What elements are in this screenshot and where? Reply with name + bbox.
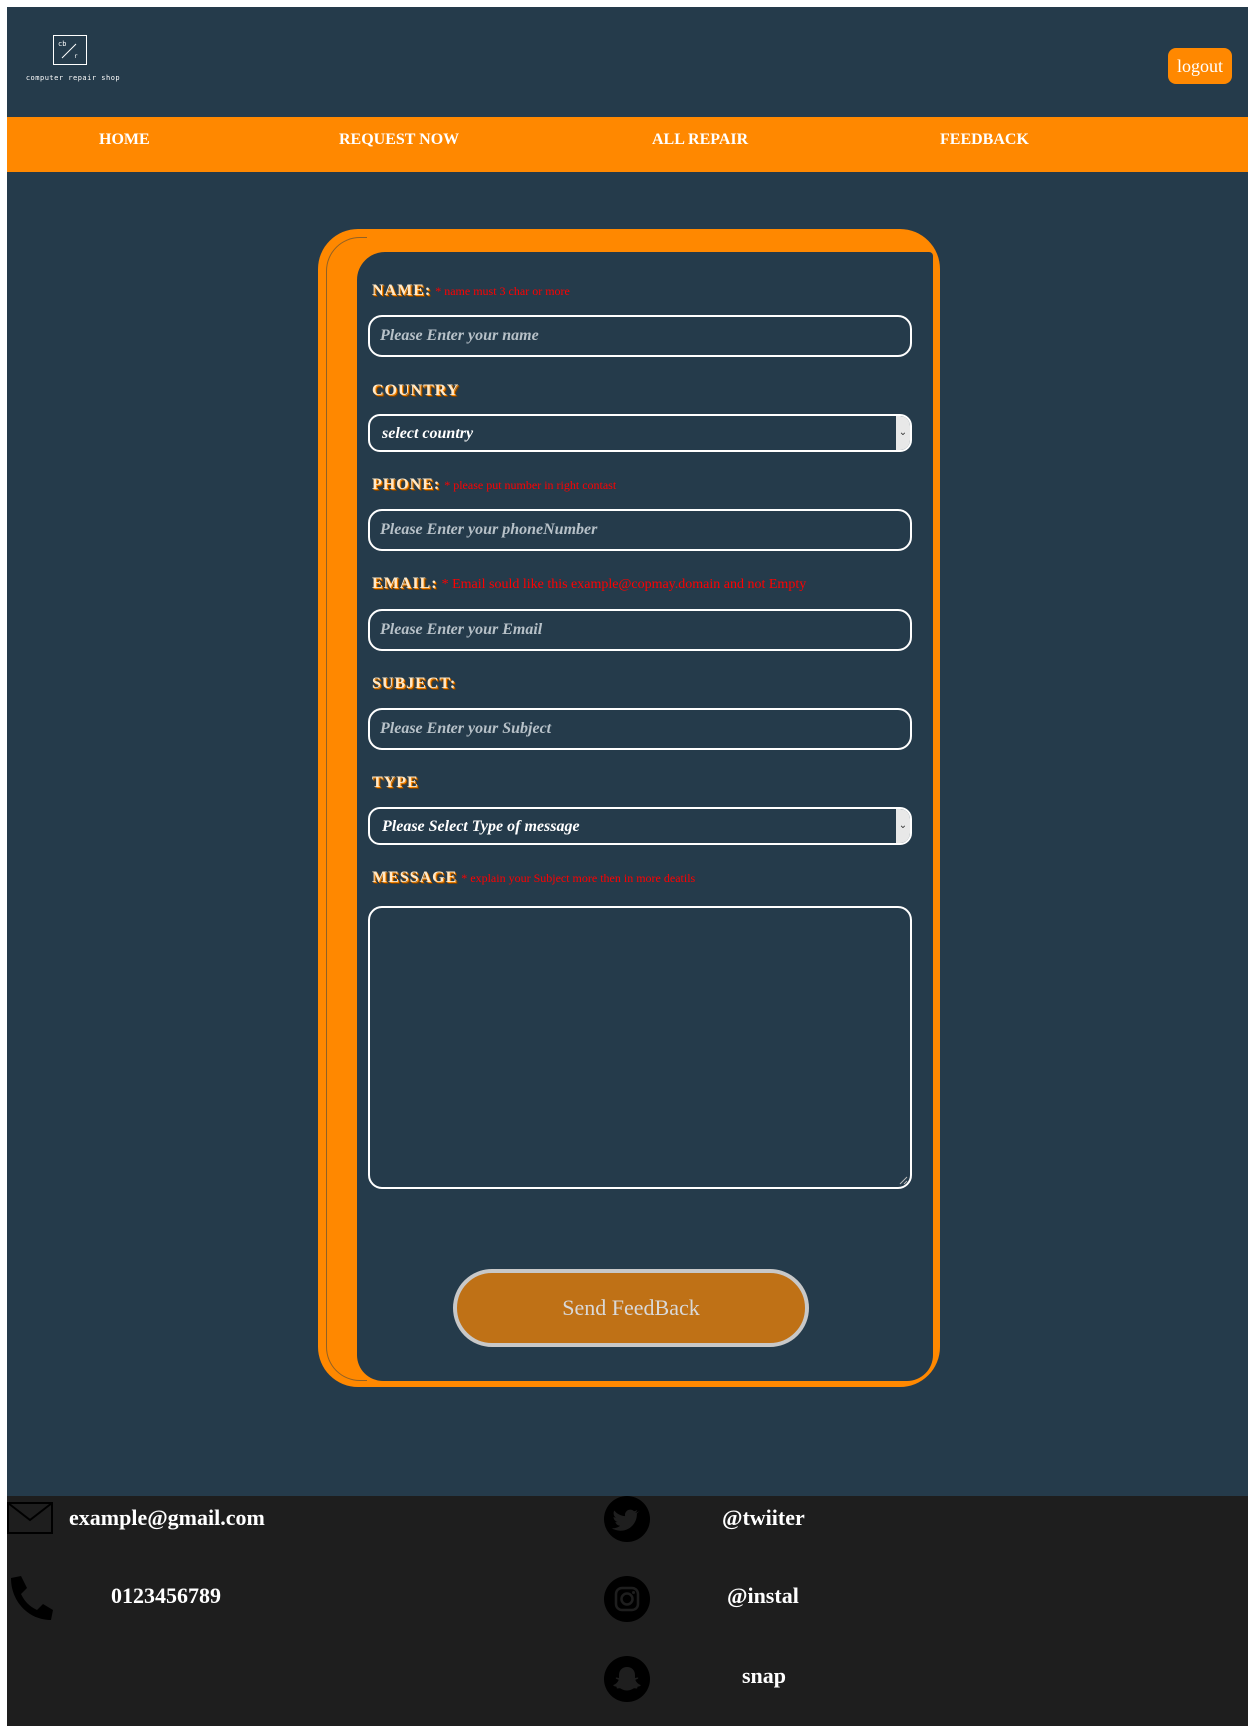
nav-request-now[interactable]: REQUEST NOW xyxy=(339,117,459,172)
message-hint: * explain your Subject more then in more… xyxy=(461,871,696,885)
svg-text:r: r xyxy=(74,53,78,60)
phone-icon xyxy=(11,1576,53,1620)
email-hint: * Email sould like this example@copmay.d… xyxy=(441,577,807,592)
nav-feedback[interactable]: FEEDBACK xyxy=(940,117,1029,172)
twitter-icon[interactable] xyxy=(604,1496,650,1542)
snapchat-icon[interactable] xyxy=(604,1656,650,1702)
nav-home[interactable]: HOME xyxy=(99,117,150,172)
country-label: COUNTRY xyxy=(372,382,460,399)
subject-label: SUBJECT: xyxy=(372,675,457,692)
feedback-form: NAME:* name must 3 char or more COUNTRY … xyxy=(357,252,933,1381)
phone-label: PHONE: * please put number in right conta… xyxy=(372,476,616,494)
footer: example@gmail.com 0123456789 @twiiter @i… xyxy=(7,1496,1248,1726)
email-label: EMAIL: * Email sould like this example@co… xyxy=(372,575,806,593)
logout-button[interactable]: logout xyxy=(1168,48,1232,84)
resize-handle-icon[interactable] xyxy=(898,1175,908,1185)
email-input[interactable] xyxy=(368,609,912,651)
logo-icon: cb r xyxy=(53,35,87,65)
type-select-value: Please Select Type of message xyxy=(382,818,580,835)
main-nav: HOME REQUEST NOW ALL REPAIR FEEDBACK xyxy=(7,117,1248,172)
phone-input[interactable] xyxy=(368,509,912,551)
footer-snapchat[interactable]: snap xyxy=(742,1663,786,1689)
country-select-value: select country xyxy=(382,425,474,442)
type-label: TYPE xyxy=(372,774,419,791)
country-select[interactable]: select country ⌄ xyxy=(368,414,912,452)
phone-hint: * please put number in right contast xyxy=(444,478,617,492)
subject-input[interactable] xyxy=(368,708,912,750)
chevron-down-icon: ⌄ xyxy=(896,416,910,450)
header: cb r computer repair shop logout xyxy=(7,7,1248,117)
envelope-icon xyxy=(7,1502,53,1534)
name-label-text: NAME: xyxy=(372,282,432,299)
name-hint: * name must 3 char or more xyxy=(435,284,570,298)
message-textarea[interactable] xyxy=(368,906,912,1189)
footer-twitter[interactable]: @twiiter xyxy=(722,1505,805,1531)
type-select[interactable]: Please Select Type of message ⌄ xyxy=(368,807,912,845)
page: cb r computer repair shop logout HOME RE… xyxy=(7,7,1248,1726)
instagram-icon[interactable] xyxy=(604,1576,650,1622)
email-label-text: EMAIL: xyxy=(372,575,438,592)
footer-instagram[interactable]: @instal xyxy=(727,1583,799,1609)
message-label-text: MESSAGE xyxy=(372,869,458,886)
logo[interactable]: cb r computer repair shop xyxy=(23,35,123,85)
footer-email[interactable]: example@gmail.com xyxy=(69,1505,265,1531)
footer-phone[interactable]: 0123456789 xyxy=(111,1583,221,1609)
name-input[interactable] xyxy=(368,315,912,357)
send-feedback-button[interactable]: Send FeedBack xyxy=(453,1269,809,1347)
chevron-down-icon: ⌄ xyxy=(896,809,910,843)
phone-label-text: PHONE: xyxy=(372,476,441,493)
svg-text:cb: cb xyxy=(58,40,66,48)
feedback-card: NAME:* name must 3 char or more COUNTRY … xyxy=(318,229,940,1387)
logo-text: computer repair shop xyxy=(25,74,121,82)
message-label: MESSAGE * explain your Subject more then … xyxy=(372,869,695,887)
nav-all-repair[interactable]: ALL REPAIR xyxy=(652,117,748,172)
name-label: NAME: * name must 3 char or more xyxy=(372,282,570,300)
